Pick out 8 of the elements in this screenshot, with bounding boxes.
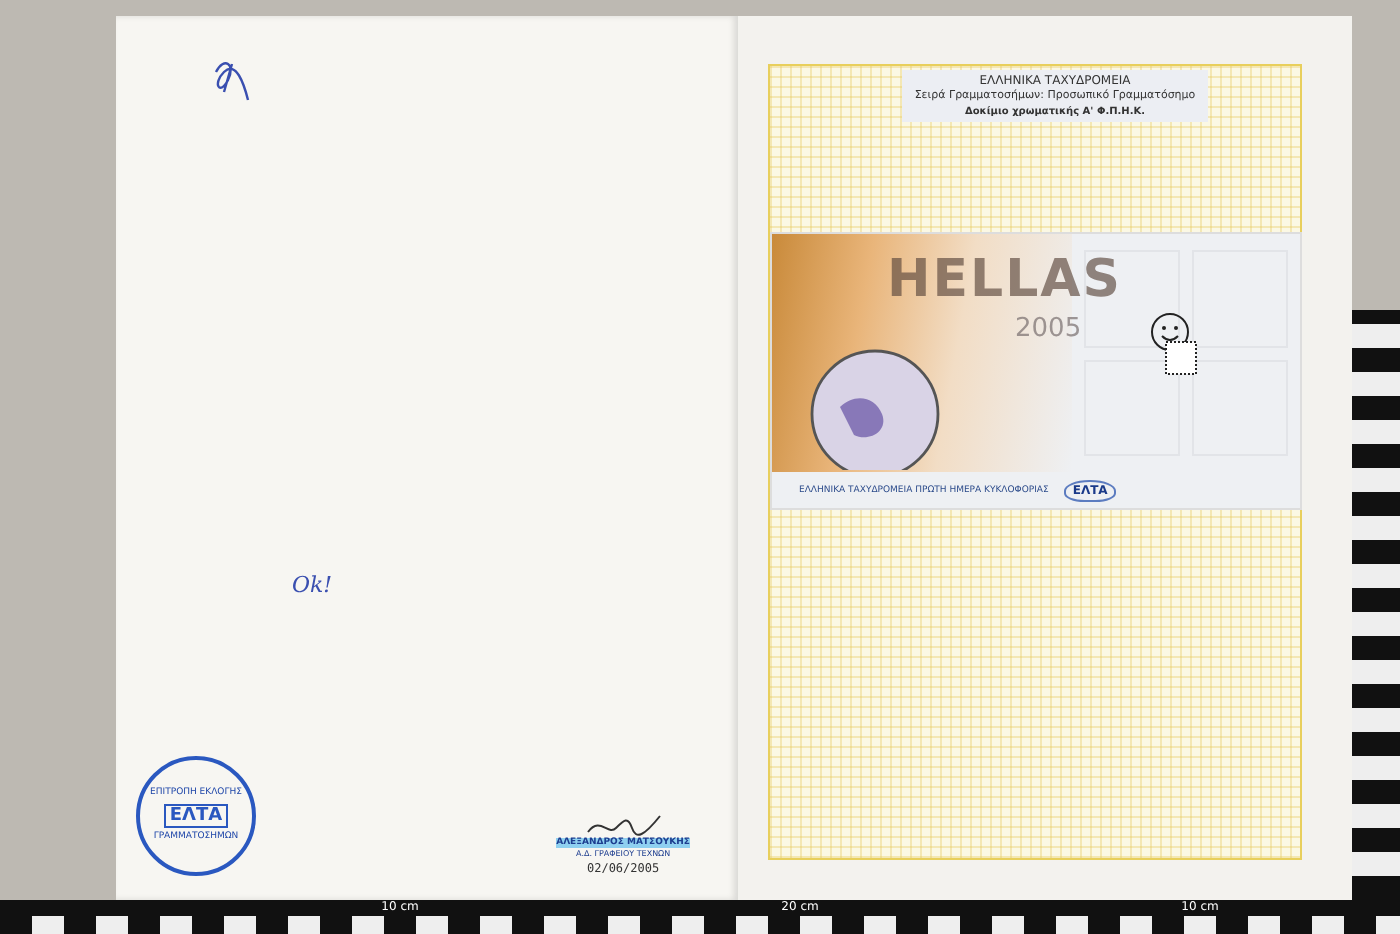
seal-center-text: ΕΛΤΑ	[163, 804, 229, 828]
stamp-slot	[1191, 250, 1287, 348]
handwritten-note: Ok!	[292, 572, 335, 598]
cover-year: 2005	[1015, 314, 1082, 345]
stamp-slot	[1191, 359, 1287, 457]
stamp-slot	[1083, 359, 1179, 457]
signature-scribble-icon	[583, 814, 664, 838]
smiley-stamp-icon	[1147, 310, 1199, 379]
